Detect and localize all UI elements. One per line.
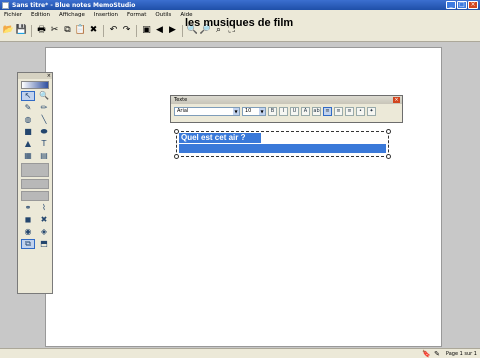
chevron-down-icon[interactable]: ▼ <box>259 108 265 115</box>
text-window-tools: Arial ▼ 10 ▼ B I U Aab ≡ ≡ ≡ • ✦ <box>171 104 402 119</box>
triangle-tool[interactable]: ▲ <box>21 139 35 149</box>
align-center-button[interactable]: ≡ <box>334 107 343 116</box>
delete-icon[interactable]: ✖ <box>88 25 99 36</box>
text-window-close-icon[interactable]: × <box>393 97 400 103</box>
rectangle-tool[interactable]: ■ <box>21 127 35 137</box>
print-icon[interactable]: 🖶 <box>36 25 47 36</box>
resize-handle-top-left[interactable] <box>174 129 179 134</box>
image-tool[interactable]: ▦ <box>21 151 35 161</box>
title-bar: Sans titre* - Blue notes MemoStudio _ □ … <box>0 0 480 10</box>
text-window-titlebar[interactable]: Texte × <box>171 96 402 104</box>
open-icon[interactable]: 📂 <box>3 25 14 36</box>
select-tool[interactable]: ↖ <box>21 91 35 101</box>
record-tool[interactable]: ◼ <box>21 215 35 225</box>
color-picker[interactable] <box>21 81 49 89</box>
menu-edition[interactable]: Edition <box>31 12 50 18</box>
text-window-title: Texte <box>174 97 188 103</box>
color-button[interactable]: A <box>301 107 310 116</box>
group-tool[interactable]: ⧉ <box>21 239 35 249</box>
menu-insertion[interactable]: Insertion <box>94 12 118 18</box>
italic-button[interactable]: I <box>279 107 288 116</box>
link-tool[interactable]: ⚭ <box>21 203 35 213</box>
layer-tool[interactable]: ⬒ <box>37 239 51 249</box>
resize-handle-bottom-left[interactable] <box>174 154 179 159</box>
forward-icon[interactable]: ▶ <box>167 25 178 36</box>
save-icon[interactable]: 💾 <box>16 25 27 36</box>
pen-tool[interactable]: ✎ <box>21 103 35 113</box>
effects-button[interactable]: ✦ <box>367 107 376 116</box>
toolbar-separator <box>136 24 137 37</box>
text-format-window: Texte × Arial ▼ 10 ▼ B I U Aab ≡ ≡ ≡ • ✦ <box>170 95 403 123</box>
palette-header[interactable]: × <box>18 73 52 79</box>
workspace <box>0 42 480 348</box>
status-icons: 🔖 ✎ <box>422 350 440 358</box>
size-select[interactable]: 10 ▼ <box>242 107 266 116</box>
marker-tool[interactable]: ✏ <box>37 103 51 113</box>
fill-preview[interactable] <box>21 163 49 177</box>
copy-icon[interactable]: ⧉ <box>62 25 73 36</box>
close-button[interactable]: × <box>468 1 478 9</box>
text-line-selected[interactable]: Quel est cet air ? <box>179 133 261 143</box>
align-right-button[interactable]: ≡ <box>345 107 354 116</box>
text-tool[interactable]: T <box>37 139 51 149</box>
status-bar: 🔖 ✎ Page 1 sur 1 <box>0 348 480 358</box>
tool-palette: × ↖ 🔍 ✎ ✏ ◍ ╲ ■ ⬬ ▲ T ▦ ▤ ⚭ ⌇ ◼ ✖ ◉ ◈ ⧉ ⬒ <box>17 72 53 294</box>
palette-tools-top: ↖ 🔍 ✎ ✏ ◍ ╲ ■ ⬬ ▲ T ▦ ▤ <box>18 91 52 161</box>
line-style-preview[interactable] <box>21 179 49 189</box>
text-object-content[interactable]: Quel est cet air ? <box>179 133 245 142</box>
window-controls: _ □ × <box>446 1 478 9</box>
chain-tool[interactable]: ⌇ <box>37 203 51 213</box>
bookmark-icon[interactable]: 🔖 <box>422 350 431 358</box>
close-tool[interactable]: ✖ <box>37 215 51 225</box>
cut-icon[interactable]: ✂ <box>49 25 60 36</box>
media-tool[interactable]: ▤ <box>37 151 51 161</box>
page-canvas[interactable] <box>45 47 442 347</box>
resize-handle-bottom-right[interactable] <box>386 154 391 159</box>
menu-affichage[interactable]: Affichage <box>59 12 85 18</box>
palette-tools-bottom: ⚭ ⌇ ◼ ✖ ◉ ◈ ⧉ ⬒ <box>18 203 52 249</box>
app-icon <box>2 1 9 9</box>
highlight-button[interactable]: ab <box>312 107 321 116</box>
zoom-tool[interactable]: 🔍 <box>37 91 51 101</box>
insert-page-icon[interactable]: ▣ <box>141 25 152 36</box>
eraser-tool[interactable]: ◍ <box>21 115 35 125</box>
minimize-button[interactable]: _ <box>446 1 456 9</box>
menu-format[interactable]: Format <box>127 12 146 18</box>
shield-tool[interactable]: ◈ <box>37 227 51 237</box>
page-indicator: Page 1 sur 1 <box>445 351 477 357</box>
back-icon[interactable]: ◀ <box>154 25 165 36</box>
maximize-button[interactable]: □ <box>457 1 467 9</box>
line-tool[interactable]: ╲ <box>37 115 51 125</box>
font-select-value: Arial <box>177 108 189 114</box>
toolbar-separator <box>31 24 32 37</box>
redo-icon[interactable]: ↷ <box>121 25 132 36</box>
menu-outils[interactable]: Outils <box>155 12 171 18</box>
chevron-down-icon[interactable]: ▼ <box>233 108 239 115</box>
text-object[interactable]: Quel est cet air ? <box>174 129 391 159</box>
toolbar-separator <box>103 24 104 37</box>
toolbar-separator <box>182 24 183 37</box>
font-select[interactable]: Arial ▼ <box>174 107 240 116</box>
undo-icon[interactable]: ↶ <box>108 25 119 36</box>
align-left-button[interactable]: ≡ <box>323 107 332 116</box>
ellipse-tool[interactable]: ⬬ <box>37 127 51 137</box>
text-line-empty-selected[interactable] <box>179 144 386 153</box>
menu-fichier[interactable]: Fichier <box>4 12 22 18</box>
bullets-button[interactable]: • <box>356 107 365 116</box>
palette-close-icon[interactable]: × <box>47 73 51 79</box>
pattern-preview[interactable] <box>21 191 49 201</box>
pencil-icon[interactable]: ✎ <box>434 350 440 358</box>
page-title[interactable]: les musiques de film <box>185 17 293 29</box>
underline-button[interactable]: U <box>290 107 299 116</box>
resize-handle-top-right[interactable] <box>386 129 391 134</box>
audio-tool[interactable]: ◉ <box>21 227 35 237</box>
bold-button[interactable]: B <box>268 107 277 116</box>
size-select-value: 10 <box>245 108 252 114</box>
window-title: Sans titre* - Blue notes MemoStudio <box>12 1 136 9</box>
paste-icon[interactable]: 📋 <box>75 25 86 36</box>
